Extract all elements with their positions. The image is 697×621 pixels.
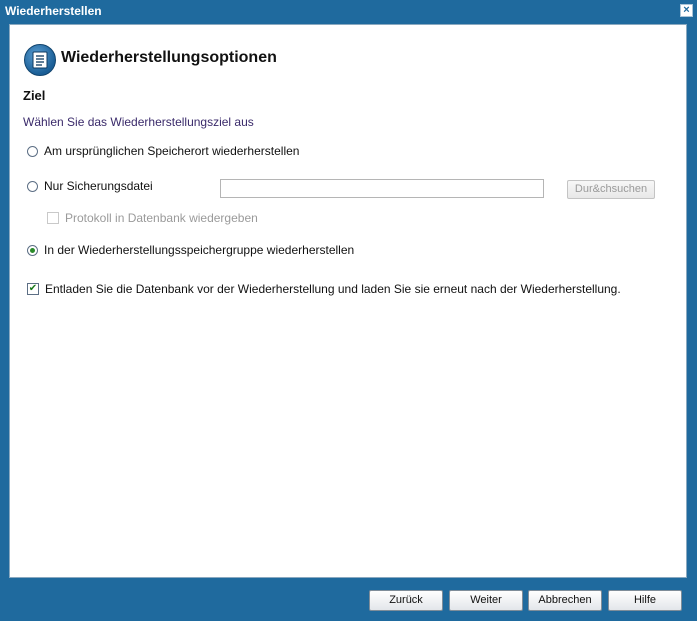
backup-file-only-radio[interactable]	[27, 180, 38, 192]
original-location-label: Am ursprünglichen Speicherort wiederhers…	[44, 144, 300, 158]
dialog-content: Wiederherstellungsoptionen Ziel Wählen S…	[9, 24, 687, 578]
option-recovery-group[interactable]: In der Wiederherstellungsspeichergruppe …	[27, 243, 354, 257]
window-title: Wiederherstellen	[5, 4, 102, 18]
browse-button[interactable]: Dur&chsuchen	[567, 180, 655, 199]
back-button[interactable]: Zurück	[369, 590, 443, 611]
replay-log-checkbox[interactable]	[47, 212, 59, 224]
next-button[interactable]: Weiter	[449, 590, 523, 611]
section-subtitle: Wählen Sie das Wiederherstellungsziel au…	[23, 115, 254, 129]
recovery-group-radio[interactable]	[27, 244, 38, 256]
cancel-button[interactable]: Abbrechen	[528, 590, 602, 611]
recovery-group-label: In der Wiederherstellungsspeichergruppe …	[44, 243, 355, 257]
option-replay-log[interactable]: Protokoll in Datenbank wiedergeben	[47, 211, 258, 225]
dismount-db-checkbox[interactable]: ✔	[27, 283, 39, 295]
restore-dialog: Wiederherstellen × Wiederherstellungsopt…	[0, 0, 697, 621]
backup-path-input[interactable]	[220, 179, 544, 198]
backup-file-only-label: Nur Sicherungsdatei	[44, 179, 153, 193]
title-bar: Wiederherstellen ×	[0, 0, 697, 22]
document-list-icon	[24, 44, 56, 76]
replay-log-label: Protokoll in Datenbank wiedergeben	[65, 211, 258, 225]
close-button[interactable]: ×	[680, 4, 693, 17]
option-backup-file-only[interactable]: Nur Sicherungsdatei	[27, 179, 153, 193]
button-bar: Zurück Weiter Abbrechen Hilfe	[0, 578, 697, 621]
original-location-radio[interactable]	[27, 145, 38, 157]
option-original-location[interactable]: Am ursprünglichen Speicherort wiederhers…	[27, 144, 299, 158]
help-button[interactable]: Hilfe	[608, 590, 682, 611]
option-dismount-db[interactable]: ✔ Entladen Sie die Datenbank vor der Wie…	[27, 282, 621, 296]
section-title: Ziel	[23, 88, 46, 103]
page-title: Wiederherstellungsoptionen	[61, 49, 277, 66]
dismount-db-label: Entladen Sie die Datenbank vor der Wiede…	[45, 282, 621, 296]
